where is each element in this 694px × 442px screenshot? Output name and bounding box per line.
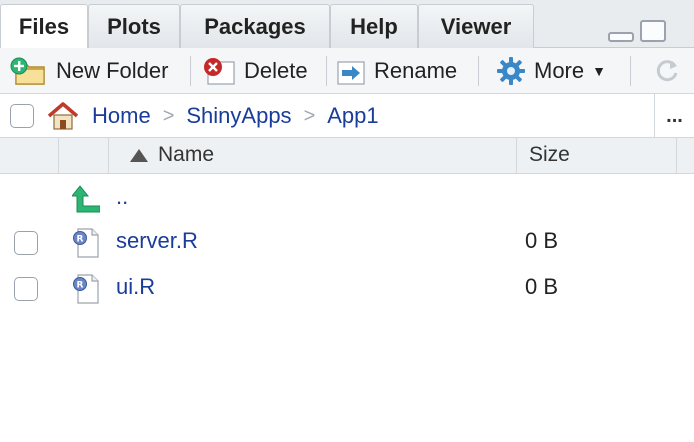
window-controls xyxy=(608,20,666,42)
breadcrumb: Home > ShinyApps > App1 xyxy=(46,100,379,132)
gear-icon xyxy=(496,56,526,86)
tab-bar: Files Plots Packages Help Viewer xyxy=(0,0,694,49)
column-divider xyxy=(516,138,517,174)
file-name[interactable]: ui.R xyxy=(116,274,155,300)
column-divider xyxy=(676,138,677,174)
svg-text:R: R xyxy=(77,281,84,291)
new-folder-button[interactable]: New Folder xyxy=(10,56,168,86)
chevron-down-icon: ▼ xyxy=(592,63,606,79)
tab-files[interactable]: Files xyxy=(0,4,88,49)
chevron-right-icon: > xyxy=(303,104,316,127)
toolbar-divider xyxy=(190,56,191,86)
tab-plots[interactable]: Plots xyxy=(88,4,180,48)
row-checkbox[interactable] xyxy=(14,277,38,301)
more-menu-button[interactable]: More ▼ xyxy=(496,56,606,86)
new-folder-label: New Folder xyxy=(56,58,169,83)
file-name[interactable]: server.R xyxy=(116,228,198,254)
r-file-icon: R xyxy=(72,228,100,258)
tab-label: Viewer xyxy=(440,13,512,39)
select-all-checkbox[interactable] xyxy=(10,104,34,128)
name-column-header[interactable]: Name xyxy=(130,143,214,167)
tab-label: Packages xyxy=(204,13,306,39)
tab-packages[interactable]: Packages xyxy=(180,4,330,48)
tab-label: Help xyxy=(350,13,398,39)
file-size: 0 B xyxy=(525,274,559,299)
toolbar-divider xyxy=(326,56,327,86)
column-header: Name Size xyxy=(0,138,694,174)
delete-label: Delete xyxy=(244,58,308,83)
name-column-label: Name xyxy=(158,143,215,166)
breadcrumb-home[interactable]: Home xyxy=(92,103,151,129)
sort-ascending-icon xyxy=(130,148,148,162)
breadcrumb-app1[interactable]: App1 xyxy=(327,103,378,129)
table-row[interactable]: R ui.R 0 B xyxy=(0,266,694,312)
go-up-arrow-icon xyxy=(70,184,101,214)
rename-button[interactable]: Rename xyxy=(336,56,457,86)
delete-button[interactable]: Delete xyxy=(202,56,308,86)
table-row[interactable]: R server.R 0 B xyxy=(0,220,694,266)
breadcrumb-bar: Home > ShinyApps > App1 ... xyxy=(0,94,694,138)
toolbar-divider xyxy=(630,56,631,86)
tab-viewer[interactable]: Viewer xyxy=(418,4,534,48)
breadcrumb-shinyapps[interactable]: ShinyApps xyxy=(186,103,291,129)
home-icon[interactable] xyxy=(46,101,80,131)
go-to-directory-button[interactable]: ... xyxy=(654,94,694,138)
tab-label: Files xyxy=(18,14,70,39)
refresh-icon[interactable] xyxy=(654,58,680,84)
file-name[interactable]: .. xyxy=(116,184,128,210)
row-checkbox[interactable] xyxy=(14,231,38,255)
column-divider xyxy=(108,138,109,174)
more-label: More xyxy=(534,58,585,83)
minimize-button[interactable] xyxy=(608,32,634,42)
size-column-header[interactable]: Size xyxy=(529,143,570,167)
tab-label: Plots xyxy=(107,13,161,39)
file-size: 0 B xyxy=(525,228,559,253)
column-divider xyxy=(58,138,59,174)
delete-icon xyxy=(202,56,235,86)
files-toolbar: New Folder Delete Rename More ▼ xyxy=(0,48,694,94)
r-file-icon: R xyxy=(72,274,100,304)
tab-help[interactable]: Help xyxy=(330,4,418,48)
svg-text:R: R xyxy=(77,235,84,245)
maximize-button[interactable] xyxy=(640,20,666,42)
new-folder-icon xyxy=(10,56,45,86)
rename-icon xyxy=(336,56,366,86)
rename-label: Rename xyxy=(374,58,458,83)
toolbar-divider xyxy=(478,56,479,86)
list-item-parent[interactable]: .. xyxy=(0,176,694,222)
chevron-right-icon: > xyxy=(162,104,175,127)
